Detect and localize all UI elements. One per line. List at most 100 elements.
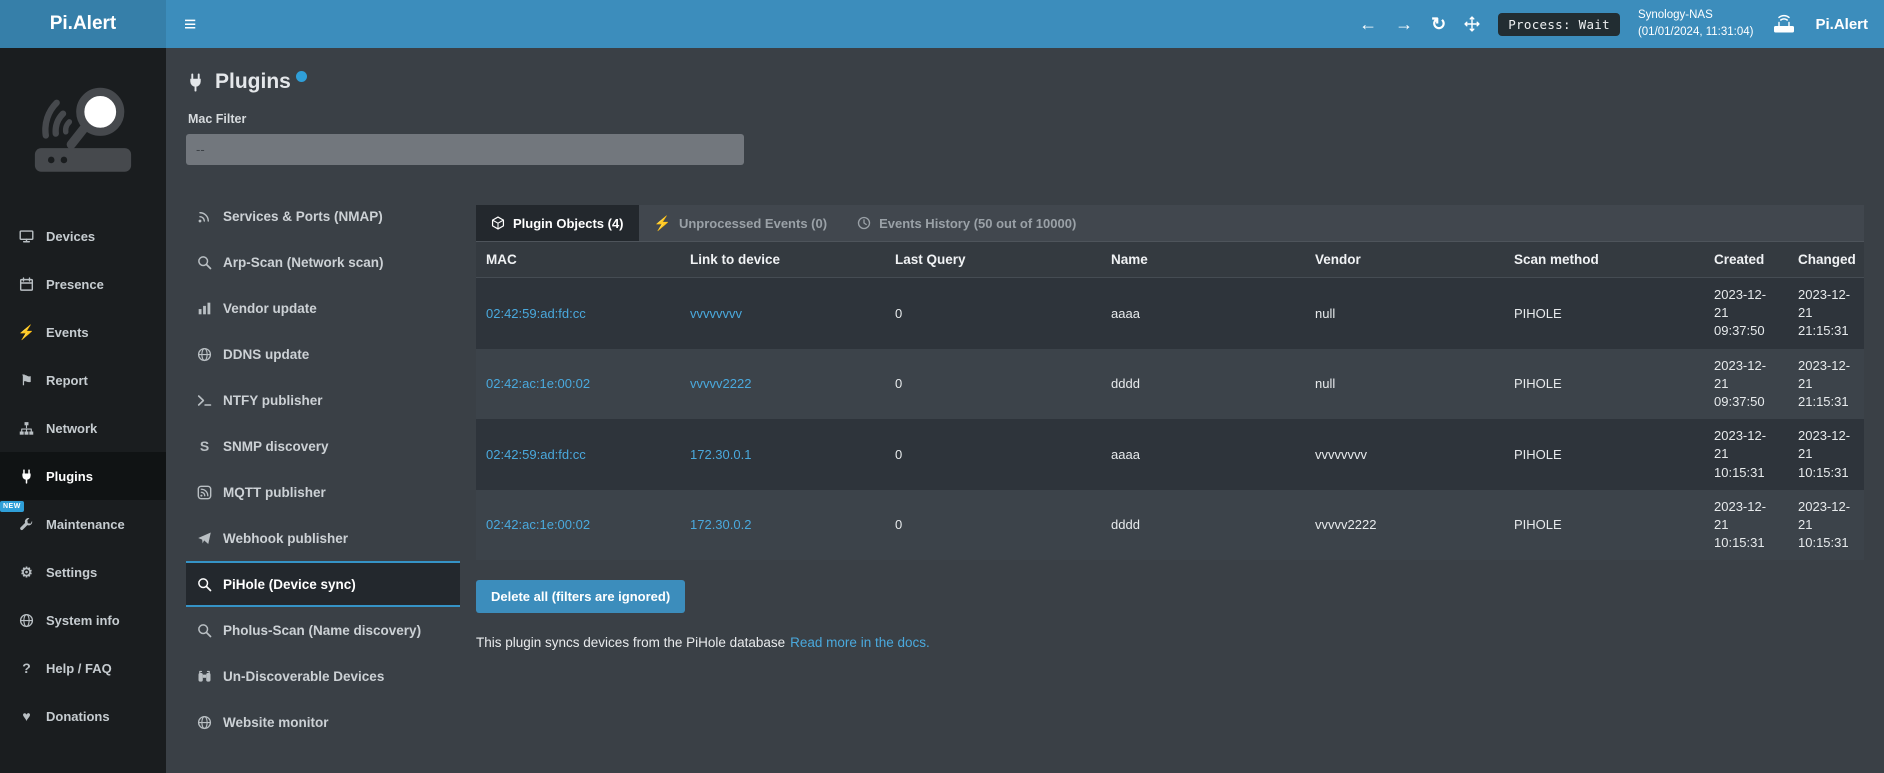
sidebar-item-label: Network [46, 421, 97, 436]
cell-vendor: null [1305, 278, 1504, 349]
cell-link-to-device: 172.30.0.2 [680, 490, 885, 561]
cell-changed: 2023-12-2110:15:31 [1788, 490, 1864, 561]
plugin-nav-item-mqtt[interactable]: MQTT publisher [186, 469, 460, 515]
sidebar-item-events[interactable]: ⚡ Events [0, 308, 166, 356]
cell-vendor: vvvvvvvv [1305, 419, 1504, 490]
tab-label: Unprocessed Events (0) [679, 216, 827, 231]
table-row: 02:42:ac:1e:00:02 172.30.0.2 0 dddd vvvv… [476, 490, 1864, 561]
column-header-link[interactable]: Link to device [680, 242, 885, 278]
device-link[interactable]: 172.30.0.2 [690, 517, 751, 532]
column-header-last-query[interactable]: Last Query [885, 242, 1101, 278]
cell-vendor: vvvvv2222 [1305, 490, 1504, 561]
plugin-nav-label: SNMP discovery [223, 439, 329, 454]
plugin-nav-item-undiscoverable[interactable]: Un-Discoverable Devices [186, 653, 460, 699]
column-header-name[interactable]: Name [1101, 242, 1305, 278]
page-title: Plugins [186, 70, 1864, 94]
cell-name: dddd [1101, 490, 1305, 561]
chart-bar-icon [196, 301, 213, 316]
sidebar-item-settings[interactable]: ⚙ Settings [0, 548, 166, 596]
sidebar-item-system-info[interactable]: System info [0, 596, 166, 644]
cell-vendor: null [1305, 349, 1504, 420]
tab-unprocessed-events[interactable]: ⚡ Unprocessed Events (0) [639, 205, 843, 241]
heart-icon: ♥ [18, 709, 35, 723]
hamburger-icon[interactable]: ≡ [166, 0, 214, 48]
sidebar-item-maintenance[interactable]: NEW Maintenance [0, 500, 166, 548]
mac-link[interactable]: 02:42:ac:1e:00:02 [486, 517, 590, 532]
refresh-icon[interactable]: ↻ [1431, 15, 1446, 33]
column-header-vendor[interactable]: Vendor [1305, 242, 1504, 278]
column-header-mac[interactable]: MAC [476, 242, 680, 278]
back-icon[interactable]: ← [1359, 15, 1377, 33]
mac-link[interactable]: 02:42:59:ad:fd:cc [486, 447, 586, 462]
cube-icon [491, 216, 505, 230]
tab-plugin-objects[interactable]: Plugin Objects (4) [476, 205, 639, 241]
plugin-nav-label: DDNS update [223, 347, 309, 362]
app-logo[interactable]: Pi.Alert [0, 0, 166, 48]
column-header-created[interactable]: Created [1704, 242, 1788, 278]
column-header-changed[interactable]: Changed [1788, 242, 1864, 278]
monitor-icon [18, 229, 35, 244]
plugin-nav-item-nmap[interactable]: Services & Ports (NMAP) [186, 193, 460, 239]
binoculars-icon [196, 669, 213, 684]
cell-changed: 2023-12-2110:15:31 [1788, 419, 1864, 490]
title-info-badge[interactable] [296, 71, 307, 82]
host-name: Synology-NAS [1638, 7, 1754, 24]
cell-created: 2023-12-2110:15:31 [1704, 490, 1788, 561]
pialert-router-logo [0, 48, 166, 212]
sidebar-item-network[interactable]: Network [0, 404, 166, 452]
tab-events-history[interactable]: Events History (50 out of 10000) [842, 205, 1091, 241]
plugin-nav-item-snmp[interactable]: S SNMP discovery [186, 423, 460, 469]
cell-link-to-device: vvvvvvvv [680, 278, 885, 349]
plugin-nav-label: Arp-Scan (Network scan) [223, 255, 384, 270]
mac-link[interactable]: 02:42:59:ad:fd:cc [486, 306, 586, 321]
cell-mac: 02:42:ac:1e:00:02 [476, 349, 680, 420]
plugin-nav-label: Website monitor [223, 715, 329, 730]
plugin-nav-item-ddns-update[interactable]: DDNS update [186, 331, 460, 377]
plugin-nav-item-ntfy[interactable]: NTFY publisher [186, 377, 460, 423]
mac-filter-input[interactable] [186, 134, 744, 165]
clock-icon [857, 216, 871, 230]
search-icon [196, 255, 213, 270]
calendar-icon [18, 277, 35, 292]
plugin-nav-item-website-monitor[interactable]: Website monitor [186, 699, 460, 745]
cell-changed: 2023-12-2121:15:31 [1788, 278, 1864, 349]
plugin-nav-item-vendor-update[interactable]: Vendor update [186, 285, 460, 331]
plugin-nav-label: Services & Ports (NMAP) [223, 209, 383, 224]
plugin-nav-item-arp-scan[interactable]: Arp-Scan (Network scan) [186, 239, 460, 285]
sidebar-item-devices[interactable]: Devices [0, 212, 166, 260]
plugin-nav-label: MQTT publisher [223, 485, 326, 500]
sitemap-icon [18, 421, 35, 436]
bolt-icon: ⚡ [654, 216, 671, 230]
cell-last-query: 0 [885, 419, 1101, 490]
sidebar-item-donations[interactable]: ♥ Donations [0, 692, 166, 740]
plugin-objects-table: MAC Link to device Last Query Name Vendo… [476, 242, 1864, 560]
plugin-nav-label: Vendor update [223, 301, 317, 316]
device-link[interactable]: vvvvv2222 [690, 376, 751, 391]
device-link[interactable]: 172.30.0.1 [690, 447, 751, 462]
sidebar-item-label: Presence [46, 277, 104, 292]
plugin-nav-item-pihole[interactable]: PiHole (Device sync) [186, 561, 460, 607]
plugin-nav-item-webhook[interactable]: Webhook publisher [186, 515, 460, 561]
sidebar-item-report[interactable]: ⚑ Report [0, 356, 166, 404]
delete-all-button[interactable]: Delete all (filters are ignored) [476, 580, 685, 613]
sidebar-item-presence[interactable]: Presence [0, 260, 166, 308]
cell-created: 2023-12-2109:37:50 [1704, 349, 1788, 420]
cell-mac: 02:42:59:ad:fd:cc [476, 419, 680, 490]
forward-icon[interactable]: → [1395, 15, 1413, 33]
device-link[interactable]: vvvvvvvv [690, 306, 742, 321]
mac-link[interactable]: 02:42:ac:1e:00:02 [486, 376, 590, 391]
move-icon[interactable] [1464, 16, 1480, 32]
sidebar-item-help-faq[interactable]: ? Help / FAQ [0, 644, 166, 692]
docs-link[interactable]: Read more in the docs. [790, 635, 930, 650]
cell-last-query: 0 [885, 278, 1101, 349]
sidebar-item-plugins[interactable]: Plugins [0, 452, 166, 500]
plug-icon [186, 73, 205, 92]
sidebar-item-label: Help / FAQ [46, 661, 112, 676]
search-icon [196, 577, 213, 592]
search-icon [196, 623, 213, 638]
column-header-scan-method[interactable]: Scan method [1504, 242, 1704, 278]
page-title-text: Plugins [215, 70, 291, 94]
plugin-description: This plugin syncs devices from the PiHol… [476, 635, 1864, 650]
plugin-nav-item-pholus[interactable]: Pholus-Scan (Name discovery) [186, 607, 460, 653]
sidebar-item-label: Settings [46, 565, 97, 580]
